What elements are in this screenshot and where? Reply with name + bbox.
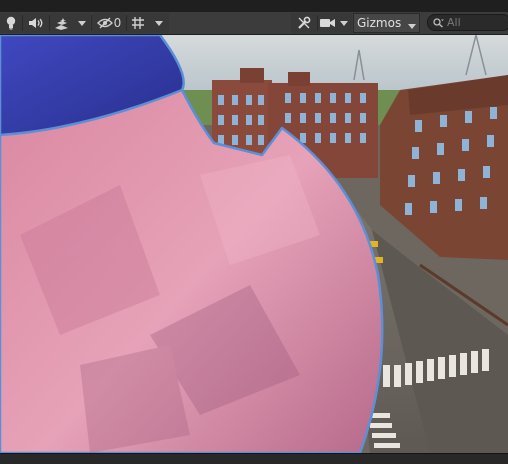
unity-scene-window: 0 Gizmos All — [0, 0, 508, 464]
scene-search-field[interactable] — [427, 14, 508, 31]
gizmos-label: Gizmos — [357, 16, 402, 30]
camera-button[interactable] — [318, 13, 336, 33]
grid-toggle-button[interactable] — [127, 13, 149, 33]
chevron-down-icon — [155, 20, 163, 26]
wrench-icon — [297, 16, 311, 30]
scene-toolbar: 0 Gizmos All — [0, 12, 508, 35]
camera-dropdown-button[interactable] — [336, 13, 352, 33]
search-input[interactable] — [444, 16, 507, 29]
grid-icon — [131, 16, 145, 30]
lightbulb-icon — [5, 16, 17, 30]
gizmos-button[interactable]: Gizmos — [353, 13, 406, 33]
eye-slash-icon — [96, 17, 113, 29]
tools-button[interactable] — [291, 13, 317, 33]
effects-dropdown-button[interactable] — [74, 13, 90, 33]
window-bottom-bar — [0, 453, 508, 464]
camera-icon — [319, 18, 335, 28]
hidden-objects-count: 0 — [113, 16, 122, 30]
effects-icon — [54, 17, 70, 30]
scene-visibility-button[interactable]: 0 — [92, 13, 126, 33]
search-icon — [433, 13, 444, 32]
grid-dropdown-button[interactable] — [149, 13, 169, 33]
chevron-down-icon — [407, 14, 416, 33]
scene-viewport[interactable] — [0, 35, 508, 453]
chevron-down-icon — [340, 20, 348, 26]
chevron-down-icon — [78, 20, 86, 26]
effects-toggle-button[interactable] — [50, 13, 74, 33]
scene-render — [0, 35, 508, 453]
speaker-icon — [28, 17, 44, 29]
window-top-strip — [0, 0, 508, 12]
lighting-toggle-button[interactable] — [0, 13, 22, 33]
gizmos-dropdown-button[interactable] — [404, 13, 420, 33]
audio-toggle-button[interactable] — [23, 13, 49, 33]
